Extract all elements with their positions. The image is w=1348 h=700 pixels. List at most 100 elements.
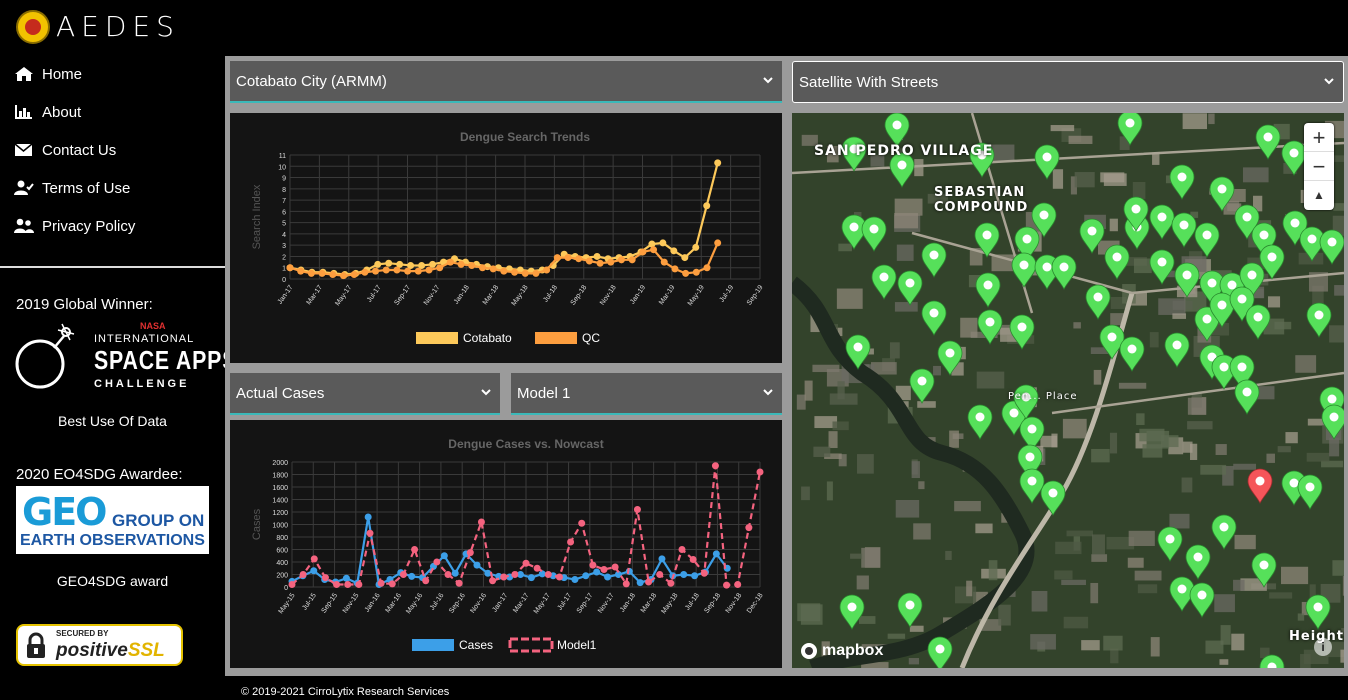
zoom-in-button[interactable]: + [1304, 123, 1334, 152]
nasa-text: NASA [140, 321, 166, 331]
pin-dot [1219, 362, 1229, 372]
space-apps-logo[interactable]: NASA INTERNATIONAL SPACE APPS CHALLENGE [14, 318, 236, 398]
nav-about[interactable]: About [14, 100, 81, 124]
map-building [889, 342, 900, 359]
map-building [812, 364, 840, 373]
compass-button[interactable]: ▲ [1304, 181, 1334, 210]
pin-dot [879, 272, 889, 282]
map-building [1321, 460, 1344, 468]
map-building [1182, 441, 1193, 453]
map-building [1054, 570, 1073, 580]
geo-logo[interactable]: GEO GROUP ON EARTH OBSERVATIONS [16, 486, 209, 554]
map-building [1266, 453, 1275, 463]
data-point [671, 265, 679, 273]
map-building [896, 244, 914, 261]
sidebar: Home About Contact Us Terms of Use Priva… [0, 56, 236, 700]
map-building [1052, 169, 1064, 189]
pin-dot [1107, 332, 1117, 342]
map-building [1031, 590, 1048, 612]
x-tick-label: May-18 [660, 592, 679, 615]
data-point [455, 579, 463, 587]
data-point [422, 577, 430, 585]
map-building [1074, 172, 1095, 188]
pin-dot [1179, 220, 1189, 230]
data-point [593, 252, 601, 260]
data-point [645, 578, 653, 586]
nav-home[interactable]: Home [14, 62, 82, 86]
map-style-select[interactable]: Satellite With Streets [792, 61, 1344, 103]
pin-dot [892, 120, 902, 130]
map-building [1118, 382, 1147, 389]
x-tick-label: Jul-16 [429, 592, 446, 612]
pin-dot [1197, 590, 1207, 600]
zoom-out-button[interactable]: − [1304, 152, 1334, 181]
nav-terms[interactable]: Terms of Use [14, 176, 130, 200]
footer-copyright: © 2019-2021 CirroLytix Research Services [225, 676, 1348, 700]
map-building [1091, 448, 1110, 463]
top-bar: AEDES [0, 0, 1348, 56]
y-tick-label: 2000 [272, 460, 288, 467]
map-style-select-value: Satellite With Streets [799, 73, 939, 91]
zoom-controls: + − ▲ [1304, 123, 1334, 210]
pin-dot [929, 308, 939, 318]
y-tick-label: 0 [284, 585, 288, 592]
map-building [796, 394, 806, 410]
nav-contact[interactable]: Contact Us [14, 138, 116, 162]
x-tick-label: Dec-18 [746, 592, 765, 615]
pin-dot [1182, 270, 1192, 280]
pin-dot [1027, 424, 1037, 434]
map-building [1242, 167, 1269, 183]
map-label-sebastian: SEBASTIAN COMPOUND [934, 185, 1029, 215]
aedes-logo-icon[interactable] [16, 10, 50, 44]
pin-dot [905, 600, 915, 610]
pin-dot [1042, 262, 1052, 272]
map-building [1333, 203, 1344, 211]
legend-swatch [412, 639, 454, 651]
map-building [1329, 325, 1344, 343]
pin-dot [1017, 322, 1027, 332]
pin-dot [1177, 172, 1187, 182]
mapbox-logo[interactable]: mapbox [800, 642, 883, 660]
nav-privacy-label: Privacy Policy [42, 217, 136, 235]
chevron-down-icon [763, 389, 773, 396]
info-button[interactable]: i [1314, 638, 1332, 656]
pin-dot [1165, 534, 1175, 544]
data-point [511, 571, 519, 578]
data-point [310, 555, 318, 563]
data-point [361, 268, 369, 276]
data-point [310, 567, 318, 575]
data-point [703, 264, 711, 272]
map-view[interactable]: SAN PEDRO VILLAGE SEBASTIAN COMPOUND Hei… [792, 113, 1344, 668]
geo-line2: EARTH OBSERVATIONS [20, 532, 205, 549]
pin-dot [1313, 602, 1323, 612]
y-tick-label: 10 [278, 164, 286, 171]
y-axis-label: Cases [251, 508, 263, 540]
map-building [1100, 172, 1125, 183]
data-point [297, 267, 305, 275]
y-tick-label: 9 [282, 176, 286, 183]
data-point [321, 574, 329, 582]
data-point [712, 550, 720, 558]
city-select[interactable]: Cotabato City (ARMM) [230, 61, 782, 103]
pin-dot [1019, 260, 1029, 270]
map-building [909, 625, 924, 632]
model-select[interactable]: Model 1 [511, 373, 782, 415]
winner-caption: Best Use Of Data [58, 413, 167, 429]
data-point [589, 561, 597, 569]
data-point [553, 254, 561, 262]
map-building [1128, 530, 1155, 546]
brand-title[interactable]: AEDES [56, 10, 180, 43]
map-building [1158, 298, 1186, 315]
map-label-place: Pen... Place [1008, 391, 1078, 402]
positive-ssl-badge[interactable]: SECURED BY positiveSSL [16, 624, 183, 666]
data-point [622, 580, 630, 588]
map-building [1103, 635, 1123, 651]
nav-privacy[interactable]: Privacy Policy [14, 214, 135, 238]
map-building [1137, 584, 1158, 594]
map-building [1133, 258, 1152, 274]
map-building [850, 553, 863, 559]
cases-type-select[interactable]: Actual Cases [230, 373, 500, 415]
pin-dot [1227, 280, 1237, 290]
pin-dot [945, 348, 955, 358]
map-building [1277, 446, 1291, 453]
